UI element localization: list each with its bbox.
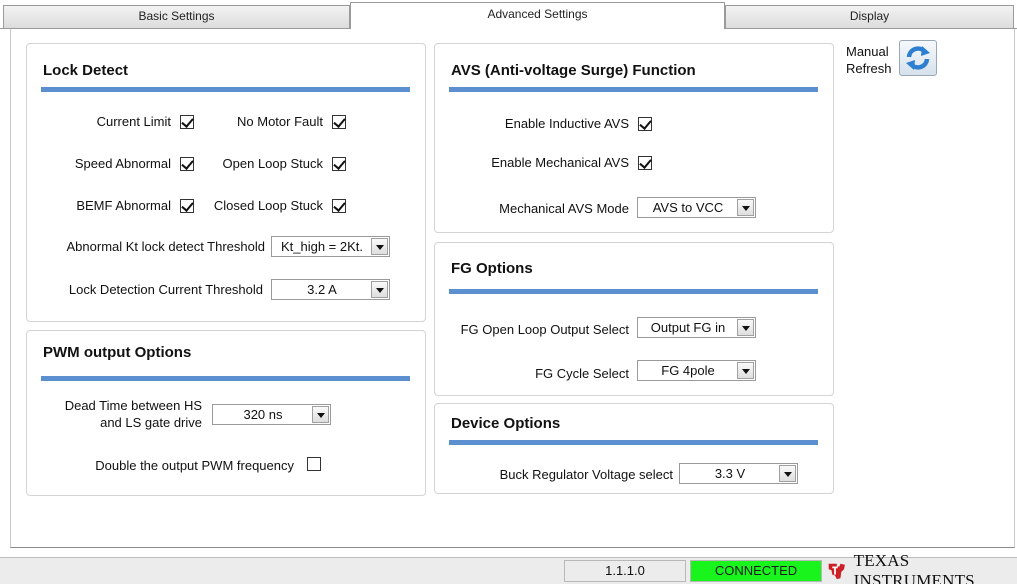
panel-rule: [41, 376, 410, 381]
panel-title: Device Options: [451, 415, 561, 432]
select-value: 320 ns: [243, 407, 283, 422]
chevron-down-icon[interactable]: [312, 406, 329, 423]
ti-logo: TEXAS INSTRUMENTS: [826, 551, 1017, 584]
closed-loop-stuck-label: Closed Loop Stuck: [213, 198, 323, 213]
panel-title: AVS (Anti-voltage Surge) Function: [451, 62, 696, 79]
select-value: Kt_high = 2Kt.: [280, 239, 364, 254]
chevron-down-icon[interactable]: [371, 281, 388, 298]
tab-basic-settings[interactable]: Basic Settings: [3, 5, 350, 28]
select-value: 3.3 V: [714, 466, 746, 481]
chevron-down-icon[interactable]: [737, 199, 754, 216]
current-threshold-select[interactable]: 3.2 A: [271, 279, 390, 300]
dead-time-select[interactable]: 320 ns: [212, 404, 331, 425]
chevron-down-icon[interactable]: [779, 465, 796, 482]
speed-abnormal-label: Speed Abnormal: [74, 156, 171, 171]
chevron-down-icon[interactable]: [737, 362, 754, 379]
refresh-icon: [906, 46, 930, 70]
closed-loop-stuck-checkbox[interactable]: [332, 199, 346, 213]
manual-refresh-label: Manual Refresh: [846, 43, 892, 77]
tab-advanced-settings[interactable]: Advanced Settings: [350, 2, 725, 29]
fg-open-loop-output-label: FG Open Loop Output Select: [460, 322, 629, 337]
manual-refresh-button[interactable]: [899, 40, 937, 76]
tab-bar: Basic Settings Advanced Settings Display: [0, 0, 1017, 30]
double-pwm-label: Double the output PWM frequency: [95, 458, 294, 473]
mechanical-avs-mode-label: Mechanical AVS Mode: [499, 201, 629, 216]
select-value: FG 4pole: [661, 363, 715, 378]
manual-refresh-line2: Refresh: [846, 61, 892, 76]
enable-inductive-avs-label: Enable Inductive AVS: [504, 116, 629, 131]
no-motor-fault-checkbox[interactable]: [332, 115, 346, 129]
version-label: 1.1.1.0: [564, 560, 686, 582]
manual-refresh-line1: Manual: [846, 44, 889, 59]
current-limit-label: Current Limit: [96, 114, 171, 129]
ti-logo-text: TEXAS INSTRUMENTS: [853, 551, 975, 584]
fg-cycle-select[interactable]: FG 4pole: [637, 360, 756, 381]
panel-title: PWM output Options: [43, 344, 192, 361]
bemf-abnormal-checkbox[interactable]: [180, 199, 194, 213]
panel-rule: [449, 289, 818, 294]
chevron-down-icon[interactable]: [371, 238, 388, 255]
panel-title: FG Options: [451, 260, 533, 277]
no-motor-fault-label: No Motor Fault: [237, 114, 323, 129]
panel-rule: [449, 87, 818, 92]
tab-display[interactable]: Display: [725, 5, 1014, 28]
enable-inductive-avs-checkbox[interactable]: [638, 117, 652, 131]
enable-mechanical-avs-checkbox[interactable]: [638, 156, 652, 170]
select-value: AVS to VCC: [652, 200, 724, 215]
kt-threshold-label: Abnormal Kt lock detect Threshold: [66, 239, 265, 254]
open-loop-stuck-checkbox[interactable]: [332, 157, 346, 171]
current-threshold-label: Lock Detection Current Threshold: [68, 282, 263, 297]
kt-threshold-select[interactable]: Kt_high = 2Kt.: [271, 236, 390, 257]
fg-open-loop-output-select[interactable]: Output FG in: [637, 317, 756, 338]
dead-time-label-line2: and LS gate drive: [100, 415, 202, 430]
select-value: Output FG in: [650, 320, 726, 335]
mechanical-avs-mode-select[interactable]: AVS to VCC: [637, 197, 756, 218]
chevron-down-icon[interactable]: [737, 319, 754, 336]
ti-logo-icon: [828, 563, 845, 580]
connection-status-badge: CONNECTED: [690, 560, 822, 582]
status-bar: 1.1.1.0 CONNECTED TEXAS INSTRUMENTS: [0, 551, 1017, 584]
panel-rule: [449, 440, 818, 445]
buck-voltage-select[interactable]: 3.3 V: [679, 463, 798, 484]
speed-abnormal-checkbox[interactable]: [180, 157, 194, 171]
open-loop-stuck-label: Open Loop Stuck: [222, 156, 323, 171]
enable-mechanical-avs-label: Enable Mechanical AVS: [491, 155, 629, 170]
current-limit-checkbox[interactable]: [180, 115, 194, 129]
double-pwm-checkbox[interactable]: [307, 457, 321, 471]
buck-voltage-label: Buck Regulator Voltage select: [499, 467, 673, 482]
panel-title: Lock Detect: [43, 62, 129, 79]
fg-cycle-select-label: FG Cycle Select: [535, 366, 629, 381]
bemf-abnormal-label: BEMF Abnormal: [76, 198, 171, 213]
select-value: 3.2 A: [307, 282, 337, 297]
dead-time-label-line1: Dead Time between HS: [64, 398, 202, 413]
panel-rule: [41, 87, 410, 92]
